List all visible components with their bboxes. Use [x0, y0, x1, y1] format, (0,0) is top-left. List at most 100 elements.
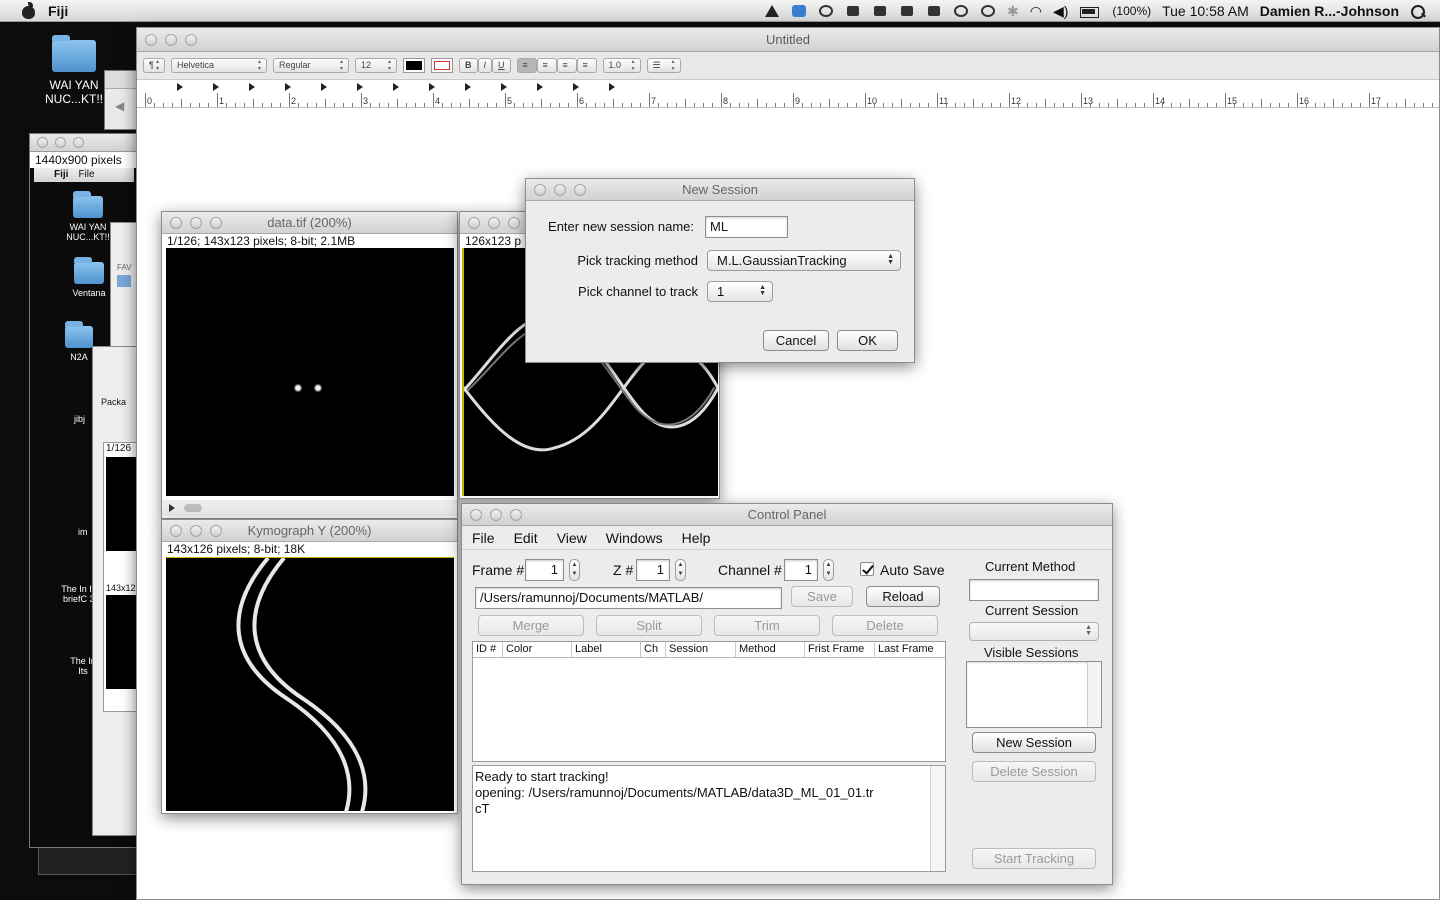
clock[interactable]: Tue 10:58 AM — [1162, 3, 1249, 19]
column-header[interactable]: ID # — [473, 642, 503, 657]
close-button[interactable] — [534, 184, 546, 196]
zoom-button[interactable] — [73, 137, 84, 148]
close-button[interactable] — [145, 34, 157, 46]
autosave-checkbox[interactable] — [860, 562, 874, 576]
line-spacing-popup[interactable]: 1.0 — [602, 58, 641, 73]
minimize-button[interactable] — [488, 217, 500, 229]
delete-button[interactable]: Delete — [832, 615, 938, 636]
column-header[interactable]: Method — [736, 642, 805, 657]
text-color-well[interactable] — [403, 58, 425, 73]
cancel-button[interactable]: Cancel — [763, 330, 829, 351]
zoom-button[interactable] — [510, 509, 522, 521]
zoom-button[interactable] — [185, 34, 197, 46]
path-field[interactable]: /Users/ramunnoj/Documents/MATLAB/ — [475, 587, 782, 609]
tab-stop-marker[interactable] — [465, 83, 471, 91]
memory-icon[interactable] — [926, 4, 942, 18]
zoom-button[interactable] — [574, 184, 586, 196]
tab-stop-marker[interactable] — [177, 83, 183, 91]
frame-scrollbar[interactable] — [162, 500, 457, 516]
minimize-button[interactable] — [554, 184, 566, 196]
align-center-icon[interactable]: ≡ — [536, 58, 557, 73]
ok-button[interactable]: OK — [837, 330, 898, 351]
volume-icon[interactable]: ◀) — [1053, 3, 1068, 20]
user-name[interactable]: Damien R...-Johnson — [1260, 3, 1399, 19]
frame-stepper[interactable]: ▲ ▼ — [569, 559, 580, 581]
frame-input[interactable]: 1 — [525, 559, 564, 581]
menu-edit[interactable]: Edit — [514, 530, 538, 546]
kymograph-y-window[interactable]: Kymograph Y (200%) 143x126 pixels; 8-bit… — [161, 519, 458, 814]
tab-stop-marker[interactable] — [537, 83, 543, 91]
merge-button[interactable]: Merge — [478, 615, 584, 636]
trim-button[interactable]: Trim — [714, 615, 820, 636]
column-header[interactable]: Session — [666, 642, 736, 657]
paragraph-style-popup[interactable]: ¶ — [143, 58, 165, 73]
log-textarea[interactable]: Ready to start tracking! opening: /Users… — [472, 765, 946, 872]
headphones-icon[interactable] — [818, 4, 834, 18]
z-stepper[interactable]: ▲ ▼ — [675, 559, 686, 581]
bold-button[interactable]: B — [459, 58, 478, 73]
menu-windows[interactable]: Windows — [606, 530, 663, 546]
tab-stop-marker[interactable] — [501, 83, 507, 91]
tab-stop-marker[interactable] — [429, 83, 435, 91]
minimize-button[interactable] — [55, 137, 66, 148]
channel-stepper[interactable]: ▲ ▼ — [823, 559, 834, 581]
tracking-method-select[interactable]: M.L.GaussianTracking ▲ ▼ — [707, 250, 901, 271]
new-session-dialog[interactable]: New Session Enter new session name: ML P… — [525, 178, 915, 363]
museum-icon[interactable] — [872, 4, 888, 18]
tab-stop-marker[interactable] — [213, 83, 219, 91]
menu-view[interactable]: View — [557, 530, 587, 546]
new-session-button[interactable]: New Session — [972, 732, 1096, 753]
font-style-popup[interactable]: Regular — [273, 58, 349, 73]
font-family-popup[interactable]: Helvetica — [171, 58, 267, 73]
tab-stop-marker[interactable] — [357, 83, 363, 91]
save-button[interactable]: Save — [791, 586, 853, 607]
drive-icon[interactable] — [764, 4, 780, 18]
column-header[interactable]: Frist Frame — [805, 642, 875, 657]
screenshot-preview-window[interactable]: 1440x900 pixels Fiji File WAI YAN NUC...… — [29, 133, 141, 848]
column-header[interactable]: Ch — [641, 642, 666, 657]
channel-select[interactable]: 1 ▲ ▼ — [707, 281, 773, 302]
visible-sessions-list[interactable] — [966, 661, 1102, 728]
split-button[interactable]: Split — [596, 615, 702, 636]
reload-button[interactable]: Reload — [866, 586, 940, 607]
tab-stop-marker[interactable] — [321, 83, 327, 91]
delete-session-button[interactable]: Delete Session — [972, 761, 1096, 782]
highlight-color-well[interactable] — [431, 58, 453, 73]
zoom-button[interactable] — [508, 217, 520, 229]
start-tracking-button[interactable]: Start Tracking — [972, 848, 1096, 869]
column-header[interactable]: Last Frame — [875, 642, 945, 657]
app-menu-fiji[interactable]: Fiji — [48, 3, 68, 19]
align-right-icon[interactable]: ≡ — [556, 58, 577, 73]
zoom-button[interactable] — [210, 217, 222, 229]
minimize-button[interactable] — [490, 509, 502, 521]
wifi-icon[interactable]: ◠ — [1030, 3, 1042, 20]
minimize-button[interactable] — [165, 34, 177, 46]
image-canvas[interactable] — [166, 556, 454, 813]
data-tif-window[interactable]: data.tif (200%) 1/126; 143x123 pixels; 8… — [161, 211, 458, 519]
play-icon[interactable] — [169, 504, 175, 512]
z-input[interactable]: 1 — [636, 559, 670, 581]
minimize-button[interactable] — [190, 525, 202, 537]
tab-stop-marker[interactable] — [285, 83, 291, 91]
image-canvas[interactable] — [166, 248, 454, 496]
list-scrollbar[interactable] — [1087, 662, 1101, 727]
menu-help[interactable]: Help — [682, 530, 711, 546]
current-method-field[interactable] — [969, 579, 1099, 601]
zoom-button[interactable] — [210, 525, 222, 537]
align-left-icon[interactable]: ≡ — [516, 58, 537, 73]
display-icon[interactable] — [899, 4, 915, 18]
sync-icon[interactable] — [953, 4, 969, 18]
ruler[interactable]: 0 1 2 3 4 5 6 7 8 9 10 11 12 13 14 15 16 17 — [137, 80, 1439, 108]
close-button[interactable] — [37, 137, 48, 148]
close-button[interactable] — [170, 525, 182, 537]
close-button[interactable] — [468, 217, 480, 229]
tab-stop-marker[interactable] — [609, 83, 615, 91]
underline-button[interactable]: U — [492, 58, 511, 73]
time-machine-icon[interactable] — [980, 4, 996, 18]
column-header[interactable]: Color — [503, 642, 572, 657]
menu-file[interactable]: File — [472, 530, 495, 546]
control-panel-window[interactable]: Control Panel File Edit View Windows Hel… — [461, 503, 1113, 885]
tab-stop-marker[interactable] — [249, 83, 255, 91]
current-session-select[interactable]: ▲ ▼ — [969, 622, 1099, 641]
close-button[interactable] — [170, 217, 182, 229]
